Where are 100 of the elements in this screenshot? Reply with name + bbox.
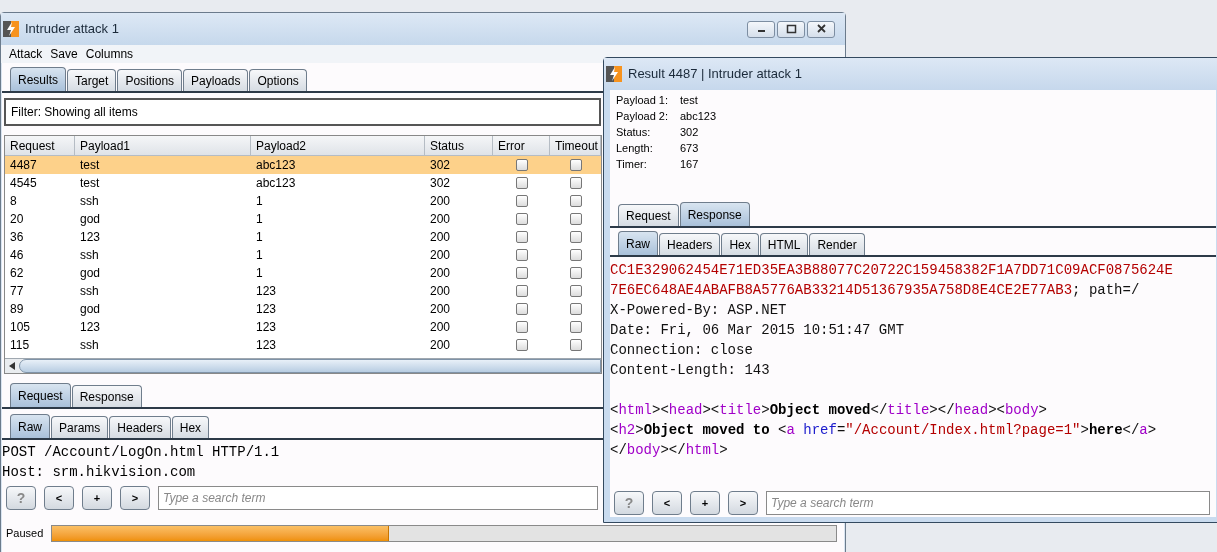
tab[interactable]: Params — [51, 416, 109, 438]
code-line: POST /Account/LogOn.html HTTP/1.1 — [2, 443, 280, 462]
window-title: Result 4487 | Intruder attack 1 — [628, 65, 802, 84]
tab[interactable]: Raw — [618, 231, 658, 255]
table-cell-text: 123 — [255, 301, 278, 318]
code-line: </body></html> — [610, 441, 728, 460]
checkbox[interactable] — [569, 267, 582, 279]
checkbox[interactable] — [515, 339, 528, 351]
menu-item[interactable]: Columns — [85, 45, 134, 63]
search-field[interactable]: Type a search term — [766, 491, 1210, 515]
field-label: Timer: — [616, 156, 648, 172]
table-cell-text: 200 — [429, 265, 452, 282]
table-row[interactable]: 4487 test abc123 302 — [5, 156, 601, 174]
maximize-icon — [785, 24, 797, 34]
field-value: test — [680, 92, 698, 108]
app-logo-icon — [3, 21, 19, 37]
checkbox[interactable] — [515, 303, 528, 315]
minimize-button[interactable] — [747, 20, 775, 38]
field-value: 673 — [680, 140, 699, 156]
column-header[interactable]: Payload2 — [251, 136, 425, 156]
checkbox[interactable] — [569, 339, 582, 351]
table-cell-text: 4487 — [9, 157, 38, 174]
table-cell-text: god — [79, 211, 102, 228]
checkbox[interactable] — [569, 213, 582, 225]
tab[interactable]: Hex — [171, 416, 210, 438]
tab[interactable]: Results — [10, 67, 66, 91]
checkbox[interactable] — [569, 249, 582, 261]
menu-item[interactable]: Attack — [9, 45, 43, 63]
tab[interactable]: Headers — [659, 233, 721, 255]
code-line: X-Powered-By: ASP.NET — [610, 301, 787, 320]
checkbox[interactable] — [569, 285, 582, 297]
table-cell-text: 123 — [255, 337, 278, 354]
table-cell-text: 1 — [255, 193, 264, 210]
column-header[interactable]: Status — [425, 136, 493, 156]
checkbox[interactable] — [515, 159, 528, 171]
table-cell-text: 123 — [255, 319, 278, 336]
checkbox[interactable] — [515, 177, 528, 189]
tab[interactable]: Positions — [117, 69, 183, 91]
field-value: 302 — [680, 124, 699, 140]
checkbox[interactable] — [569, 159, 582, 171]
checkbox[interactable] — [515, 231, 528, 243]
tab[interactable]: Hex — [721, 233, 759, 255]
tab[interactable]: Request — [10, 383, 71, 407]
scroll-left-icon[interactable] — [8, 362, 16, 370]
toolbar-button[interactable]: + — [690, 491, 720, 515]
table-cell-text: 200 — [429, 247, 452, 264]
search-field[interactable]: Type a search term — [158, 486, 598, 510]
table-cell-text: god — [79, 301, 102, 318]
checkbox[interactable] — [515, 285, 528, 297]
window-title: Intruder attack 1 — [25, 20, 119, 39]
tab[interactable]: Response — [71, 385, 142, 407]
tab[interactable]: Raw — [10, 414, 50, 438]
tab[interactable]: Render — [809, 233, 865, 255]
table-cell-text: 20 — [9, 211, 25, 228]
checkbox[interactable] — [569, 231, 582, 243]
column-header[interactable]: Error — [493, 136, 550, 156]
checkbox[interactable] — [569, 303, 582, 315]
table-cell-text: ssh — [79, 337, 100, 354]
close-button[interactable] — [807, 20, 835, 38]
filter-bar[interactable]: Filter: Showing all items — [4, 98, 601, 126]
tab[interactable]: HTML — [759, 233, 809, 255]
column-header[interactable]: Payload1 — [75, 136, 251, 156]
checkbox[interactable] — [515, 321, 528, 333]
checkbox[interactable] — [569, 177, 582, 189]
table-cell-text: 123 — [79, 229, 102, 246]
toolbar-button[interactable]: > — [728, 491, 758, 515]
column-header[interactable]: Timeout — [550, 136, 601, 156]
code-line: 7E6EC648AE4ABAFB8A5776AB33214D51367935A758D8E4CE2E77AB3; path=/ — [610, 281, 1140, 300]
field-value: 167 — [680, 156, 699, 172]
toolbar-button[interactable]: < — [652, 491, 682, 515]
maximize-button[interactable] — [777, 20, 805, 38]
checkbox[interactable] — [569, 321, 582, 333]
table-cell-text: 302 — [429, 157, 452, 174]
checkbox[interactable] — [515, 213, 528, 225]
table-cell-text: 200 — [429, 337, 452, 354]
tab[interactable]: Options — [249, 69, 307, 91]
tab[interactable]: Target — [67, 69, 117, 91]
checkbox[interactable] — [569, 195, 582, 207]
tab[interactable]: Request — [618, 204, 679, 226]
table-cell-text: test — [79, 175, 101, 192]
tab[interactable]: Response — [679, 202, 750, 226]
checkbox[interactable] — [515, 249, 528, 261]
checkbox[interactable] — [515, 267, 528, 279]
tab[interactable]: Headers — [109, 416, 171, 438]
table-cell-text: 1 — [255, 211, 264, 228]
code-line: Content-Length: 143 — [610, 361, 770, 380]
toolbar-button[interactable]: > — [120, 486, 150, 510]
table-cell-text: 200 — [429, 229, 452, 246]
table-cell-text: 302 — [429, 175, 452, 192]
menu-item[interactable]: Save — [50, 45, 78, 63]
filter-text: Filter: Showing all items — [11, 104, 138, 121]
toolbar-button[interactable]: < — [44, 486, 74, 510]
app-logo-icon — [606, 66, 622, 82]
table-cell-text: 1 — [255, 229, 264, 246]
checkbox[interactable] — [515, 195, 528, 207]
table-cell-text: 115 — [9, 337, 31, 354]
tab[interactable]: Payloads — [183, 69, 249, 91]
toolbar-button[interactable]: + — [82, 486, 112, 510]
column-header[interactable]: Request — [5, 136, 75, 156]
table-cell-text: 123 — [255, 283, 278, 300]
